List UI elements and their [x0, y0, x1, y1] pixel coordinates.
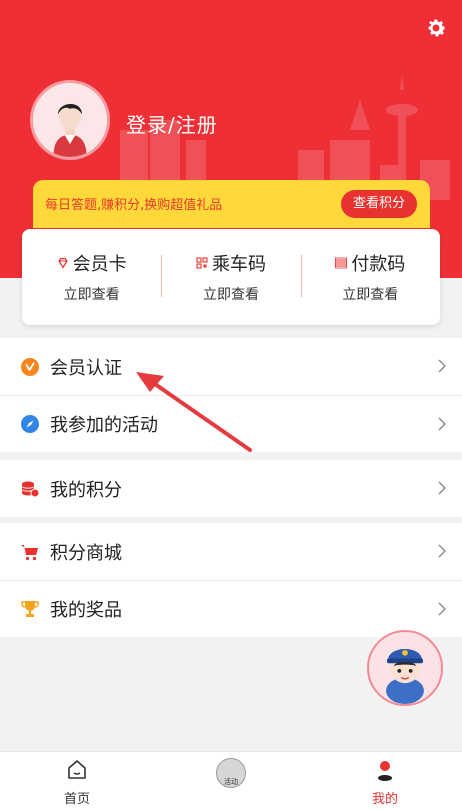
quick-access-card: 会员卡 立即查看 乘车码 立即查看 付款码 立即查看 [22, 229, 440, 325]
tab-home[interactable]: 首页 [0, 752, 154, 810]
trophy-icon [21, 601, 39, 617]
barcode-icon [335, 257, 348, 269]
tab-mine[interactable]: 我的 [308, 752, 462, 810]
membership-card-entry[interactable]: 会员卡 立即查看 [22, 229, 161, 325]
login-register-link[interactable]: 登录/注册 [126, 109, 218, 138]
chevron-right-icon [438, 481, 446, 495]
view-points-button[interactable]: 查看积分 [340, 190, 417, 218]
avatar-placeholder-icon [33, 83, 107, 157]
payment-code-sub: 立即查看 [342, 287, 399, 303]
diamond-icon [57, 257, 68, 269]
menu-group-1: 会员认证 我参加的活动 [0, 338, 462, 452]
menu-item-my-activities[interactable]: 我参加的活动 [0, 395, 462, 452]
user-avatar[interactable] [30, 80, 110, 160]
menu-group-3: 积分商城 我的奖品 [0, 523, 462, 637]
chevron-right-icon [438, 602, 446, 616]
menu-label: 我的奖品 [50, 600, 122, 621]
tab-activity[interactable]: 活动 [154, 752, 308, 810]
payment-code-entry[interactable]: 付款码 立即查看 [300, 229, 440, 325]
chevron-right-icon [438, 417, 446, 431]
user-icon [378, 761, 392, 781]
promo-text: 每日答题,赚积分,换购超值礼品 [45, 198, 223, 213]
menu-label: 积分商城 [50, 542, 122, 564]
transit-code-title: 乘车码 [196, 250, 266, 276]
tab-home-label: 首页 [63, 792, 90, 807]
menu-label: 我参加的活动 [50, 415, 158, 436]
menu-group-2: 我的积分 [0, 460, 462, 517]
tab-mine-label: 我的 [371, 792, 398, 807]
compass-icon [21, 415, 39, 433]
bottom-tab-bar: 首页 活动 我的 [0, 751, 462, 810]
activity-icon: 活动 [216, 758, 246, 788]
home-icon [68, 760, 86, 779]
points-stack-icon [21, 481, 40, 497]
menu-item-my-points[interactable]: 我的积分 [0, 460, 462, 517]
transit-code-sub: 立即查看 [202, 287, 259, 303]
payment-code-title: 付款码 [335, 250, 405, 276]
settings-gear-icon[interactable] [424, 16, 448, 40]
customer-service-mascot-button[interactable] [367, 630, 443, 706]
membership-card-title: 会员卡 [57, 250, 127, 276]
menu-item-points-mall[interactable]: 积分商城 [0, 523, 462, 580]
chevron-right-icon [438, 544, 446, 558]
cart-icon [21, 544, 38, 560]
mascot-icon [386, 649, 424, 704]
activity-badge-label: 活动 [224, 778, 238, 786]
qr-code-icon [196, 257, 208, 269]
points-promo-banner[interactable]: 每日答题,赚积分,换购超值礼品 查看积分 [33, 180, 430, 228]
menu-label: 会员认证 [50, 357, 122, 379]
chevron-right-icon [438, 359, 446, 373]
membership-card-sub: 立即查看 [63, 287, 120, 303]
transit-code-label: 乘车码 [211, 254, 266, 275]
menu-label: 我的积分 [50, 479, 122, 501]
membership-card-label: 会员卡 [72, 254, 127, 275]
transit-code-entry[interactable]: 乘车码 立即查看 [161, 229, 300, 325]
verified-badge-icon [21, 357, 39, 376]
payment-code-label: 付款码 [351, 254, 406, 275]
menu-item-my-prizes[interactable]: 我的奖品 [0, 580, 462, 637]
menu-item-member-verification[interactable]: 会员认证 [0, 338, 462, 395]
